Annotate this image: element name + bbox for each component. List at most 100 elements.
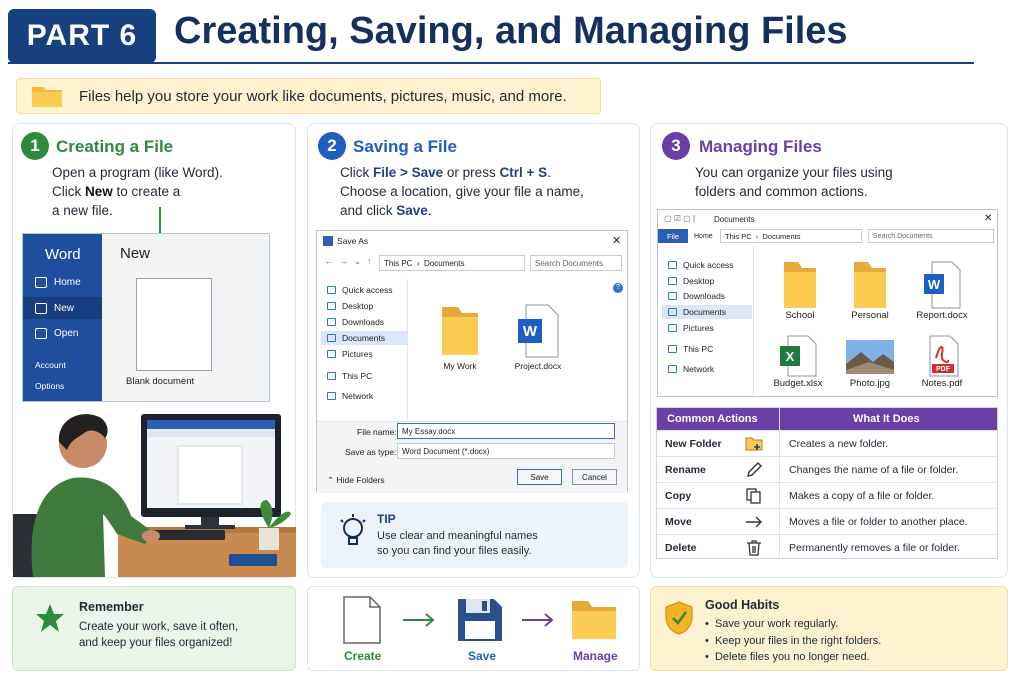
open-folder-icon bbox=[35, 327, 47, 339]
word-document-icon: W bbox=[518, 304, 559, 358]
nav-desktop[interactable]: Desktop bbox=[327, 299, 373, 313]
search-input[interactable]: Search Documents bbox=[868, 229, 994, 243]
star-icon bbox=[668, 261, 677, 269]
tip-label: TIP bbox=[377, 512, 396, 526]
nav-pictures[interactable]: Pictures bbox=[668, 321, 714, 335]
network-icon bbox=[668, 365, 677, 373]
nav-documents[interactable]: Documents bbox=[662, 305, 752, 319]
flow-manage-label: Manage bbox=[573, 649, 618, 663]
intro-banner: Files help you store your work like docu… bbox=[16, 78, 601, 114]
new-folder-icon bbox=[745, 437, 763, 451]
step-1-title: Creating a File bbox=[56, 137, 174, 156]
list-item: • Delete files you no longer need. bbox=[705, 651, 870, 663]
nav-desktop[interactable]: Desktop bbox=[668, 274, 714, 288]
nav-network[interactable]: Network bbox=[327, 389, 373, 403]
list-item: • Save your work regularly. bbox=[705, 618, 839, 630]
svg-text:W: W bbox=[928, 277, 941, 292]
word-document-icon: W bbox=[924, 261, 961, 309]
file-item-project[interactable]: W Project.docx bbox=[503, 303, 573, 371]
arrow-right-icon bbox=[522, 613, 554, 627]
folder-icon bbox=[32, 87, 62, 107]
header-common-actions: Common Actions bbox=[667, 413, 758, 425]
help-icon[interactable]: ? bbox=[613, 283, 623, 293]
star-icon bbox=[327, 286, 336, 294]
word-nav-open[interactable]: Open bbox=[23, 322, 102, 344]
flow-create-label: Create bbox=[344, 649, 382, 663]
download-icon bbox=[668, 292, 677, 300]
trash-icon bbox=[747, 540, 761, 556]
word-nav-account[interactable]: Account bbox=[23, 354, 102, 376]
step-2-description: Click File > Save or press Ctrl + S. Cho… bbox=[340, 165, 584, 218]
pictures-icon bbox=[668, 324, 677, 332]
lightbulb-icon bbox=[340, 514, 366, 545]
save-button[interactable]: Save bbox=[517, 469, 562, 485]
floppy-disk-icon bbox=[458, 599, 502, 641]
computer-icon bbox=[668, 345, 677, 353]
nav-quick-access[interactable]: Quick access bbox=[327, 283, 393, 297]
nav-network[interactable]: Network bbox=[668, 362, 714, 376]
nav-pictures[interactable]: Pictures bbox=[327, 347, 373, 361]
nav-downloads[interactable]: Downloads bbox=[668, 289, 725, 303]
star-icon bbox=[36, 604, 64, 632]
tip-box: TIP Use clear and meaningful names so you… bbox=[321, 502, 628, 568]
file-item-personal[interactable]: Personal bbox=[830, 260, 910, 321]
address-bar[interactable]: This PC › Documents bbox=[720, 229, 862, 243]
word-nav-new[interactable]: New bbox=[23, 297, 102, 319]
home-tab[interactable]: Home bbox=[694, 233, 713, 240]
nav-downloads[interactable]: Downloads bbox=[327, 315, 384, 329]
blank-document-icon bbox=[343, 596, 381, 644]
person-at-computer-illustration bbox=[13, 414, 296, 577]
nav-this-pc[interactable]: This PC bbox=[668, 342, 713, 356]
file-item-school[interactable]: School bbox=[760, 260, 840, 321]
word-app-icon bbox=[323, 236, 333, 246]
word-new-screen: Word Home New Open Account Options New B… bbox=[22, 233, 270, 402]
close-icon[interactable]: ✕ bbox=[984, 213, 992, 224]
blank-document-thumbnail[interactable] bbox=[136, 278, 212, 371]
step-1-number: 1 bbox=[21, 132, 49, 160]
cancel-button[interactable]: Cancel bbox=[572, 469, 617, 485]
word-nav-home[interactable]: Home bbox=[23, 271, 102, 293]
file-item-notes[interactable]: PDF Notes.pdf bbox=[902, 334, 982, 389]
desktop-icon bbox=[668, 277, 677, 285]
computer-icon bbox=[327, 372, 336, 380]
photo-thumbnail-icon bbox=[846, 340, 894, 374]
file-item-budget[interactable]: X Budget.xlsx bbox=[758, 334, 838, 389]
search-input[interactable]: Search Documents bbox=[530, 255, 622, 271]
hide-folders-toggle[interactable]: ⌃ Hide Folders bbox=[327, 475, 385, 486]
close-icon[interactable]: ✕ bbox=[612, 234, 621, 247]
workflow-strip: Create Save Manage bbox=[307, 586, 640, 671]
shield-check-icon bbox=[665, 601, 693, 635]
excel-spreadsheet-icon: X bbox=[780, 335, 817, 377]
address-bar[interactable]: This PC › Documents bbox=[379, 255, 525, 271]
file-item-report[interactable]: W Report.docx bbox=[902, 260, 982, 321]
download-icon bbox=[327, 318, 336, 326]
desktop-icon bbox=[327, 302, 336, 310]
title-divider bbox=[8, 62, 974, 64]
file-item-photo[interactable]: Photo.jpg bbox=[830, 334, 910, 389]
document-icon bbox=[327, 334, 336, 342]
step-2-number: 2 bbox=[318, 132, 346, 160]
nav-quick-access[interactable]: Quick access bbox=[668, 258, 734, 272]
step-3-title: Managing Files bbox=[699, 137, 822, 156]
home-icon bbox=[35, 276, 47, 288]
nav-arrows-icon[interactable]: ←→⌄↑ bbox=[325, 256, 377, 267]
nav-this-pc[interactable]: This PC bbox=[327, 369, 372, 383]
table-row: New Folder Creates a new folder. bbox=[657, 430, 997, 456]
save-type-label: Save as type: bbox=[345, 447, 397, 457]
save-type-select[interactable]: Word Document (*.docx) bbox=[397, 443, 615, 459]
table-header: Common Actions What It Does bbox=[657, 408, 997, 430]
word-nav-options[interactable]: Options bbox=[23, 375, 102, 397]
quick-toolbar-icons[interactable]: ▢ ☑ ▢ | bbox=[664, 214, 695, 223]
new-document-icon bbox=[35, 302, 47, 314]
file-item-my-work[interactable]: My Work bbox=[425, 303, 495, 371]
pdf-document-icon: PDF bbox=[929, 335, 959, 377]
folder-icon bbox=[572, 601, 616, 639]
step-2-title: Saving a File bbox=[353, 137, 457, 156]
part-badge: PART 6 bbox=[8, 9, 156, 63]
nav-documents[interactable]: Documents bbox=[321, 331, 407, 345]
network-icon bbox=[327, 392, 336, 400]
file-tab[interactable]: File bbox=[658, 229, 688, 243]
remember-box: Remember Create your work, save it often… bbox=[12, 586, 296, 671]
copy-icon bbox=[746, 488, 761, 504]
filename-input[interactable]: My Essay.docx bbox=[397, 423, 615, 439]
